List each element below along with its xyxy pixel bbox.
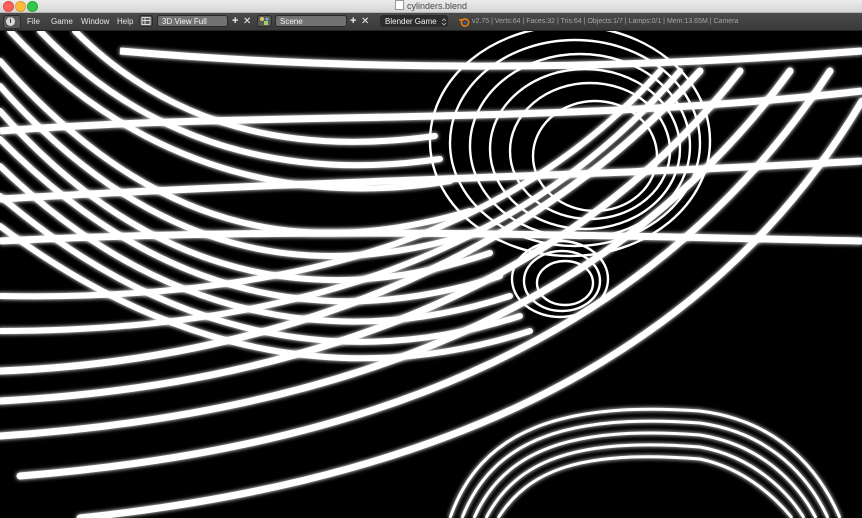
window-title: cylinders.blend bbox=[0, 0, 862, 12]
viewport-render bbox=[0, 31, 862, 518]
3d-viewport[interactable] bbox=[0, 31, 862, 518]
window-titlebar: cylinders.blend bbox=[0, 0, 862, 13]
scene-icon[interactable] bbox=[257, 15, 272, 27]
menu-file[interactable]: File bbox=[27, 13, 40, 30]
screen-layout-icon[interactable] bbox=[139, 15, 153, 27]
add-screen-button[interactable]: + bbox=[232, 13, 238, 30]
menu-window[interactable]: Window bbox=[81, 13, 109, 30]
menu-game[interactable]: Game bbox=[51, 13, 73, 30]
window-title-text: cylinders.blend bbox=[406, 1, 468, 11]
scene-field[interactable]: Scene bbox=[275, 15, 347, 27]
document-icon bbox=[394, 0, 404, 10]
scene-statistics: v2.75 | Verts:64 | Faces:32 | Tris:64 | … bbox=[472, 18, 739, 25]
menu-help[interactable]: Help bbox=[117, 13, 133, 30]
add-scene-button[interactable]: + bbox=[350, 13, 356, 30]
blender-logo-icon bbox=[458, 18, 470, 27]
render-engine-select[interactable]: Blender Game bbox=[380, 15, 448, 27]
remove-screen-button[interactable]: ✕ bbox=[243, 13, 251, 30]
chevron-updown-icon bbox=[441, 18, 447, 26]
remove-scene-button[interactable]: ✕ bbox=[361, 13, 369, 30]
info-header: i File Game Window Help 3D View Full + ✕… bbox=[0, 13, 862, 31]
lower-right-tube bbox=[448, 407, 842, 518]
info-icon: i bbox=[6, 17, 15, 26]
layout-grid-icon bbox=[141, 17, 151, 25]
editor-type-button[interactable]: i bbox=[3, 15, 21, 29]
scene-objects-icon bbox=[260, 17, 269, 25]
render-engine-value: Blender Game bbox=[385, 17, 437, 26]
screen-layout-field[interactable]: 3D View Full bbox=[157, 15, 228, 27]
